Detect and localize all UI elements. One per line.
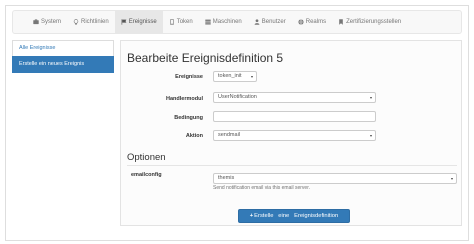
- divider: [127, 165, 457, 166]
- phone-icon: [169, 19, 174, 25]
- user-icon: [254, 19, 260, 25]
- handlermodul-select[interactable]: UserNotification: [213, 92, 376, 103]
- ereignisse-label: Ereignisse: [175, 74, 203, 80]
- aktion-label: Aktion: [185, 133, 203, 139]
- create-event-button[interactable]: + Erstelle eine Ereignisdefinition: [238, 209, 350, 223]
- create-event-button-label: Erstelle eine Ereignisdefinition: [254, 213, 339, 219]
- chevron-down-icon: [370, 134, 372, 137]
- nav-label: Realms: [305, 19, 327, 25]
- nav-label: Token: [176, 19, 193, 25]
- page-title: Bearbeite Ereignisdefinition 5: [127, 51, 284, 65]
- nav-system[interactable]: System: [27, 11, 67, 33]
- nav-richtlinien[interactable]: Richtlinien: [67, 11, 115, 33]
- bookmark-icon: [339, 19, 343, 25]
- handlermodul-label: Handlermodul: [166, 96, 203, 102]
- sidebar: Alle Ereignisse Erstelle ein neues Ereig…: [12, 40, 114, 73]
- chevron-down-icon: [451, 177, 453, 180]
- dashboard-icon: [33, 19, 39, 25]
- chevron-down-icon: [370, 96, 372, 99]
- chevron-down-icon: [251, 75, 253, 78]
- nav-ereignisse[interactable]: Ereignisse: [114, 11, 163, 33]
- ereignisse-value: token_init: [218, 73, 242, 79]
- nav-label: Richtlinien: [81, 19, 109, 25]
- nav-label: Ereignisse: [128, 19, 157, 25]
- plus-icon: +: [249, 213, 254, 219]
- nav-label: Zertifizierungsstellen: [346, 19, 402, 25]
- page: System Richtlinien Ereignisse Token Masc…: [0, 0, 474, 244]
- nav-maschinen[interactable]: Maschinen: [199, 11, 248, 33]
- nav-label: System: [41, 19, 62, 25]
- aktion-select[interactable]: sendmail: [213, 130, 376, 141]
- sidebar-item-neues-ereignis[interactable]: Erstelle ein neues Ereignis: [12, 56, 114, 73]
- bedingung-label: Bedingung: [174, 115, 203, 121]
- nav-token[interactable]: Token: [163, 11, 199, 33]
- flag-icon: [121, 19, 127, 25]
- lightbulb-icon: [73, 19, 79, 25]
- bedingung-input[interactable]: [213, 111, 376, 122]
- handlermodul-value: UserNotification: [218, 94, 257, 100]
- emailconfig-help: Send notification email via this email s…: [213, 185, 310, 191]
- aktion-value: sendmail: [218, 132, 241, 138]
- nav-label: Benutzer: [261, 19, 286, 25]
- nav-benutzer[interactable]: Benutzer: [248, 11, 292, 33]
- emailconfig-value: themis: [218, 175, 235, 181]
- emailconfig-label: emailconfig: [131, 172, 162, 178]
- emailconfig-select[interactable]: themis: [213, 173, 457, 184]
- main-panel: Bearbeite Ereignisdefinition 5 Ereigniss…: [120, 40, 462, 226]
- server-icon: [205, 19, 211, 25]
- nav-label: Maschinen: [212, 19, 242, 25]
- nav-realms[interactable]: Realms: [292, 11, 332, 33]
- sidebar-item-alle-ereignisse[interactable]: Alle Ereignisse: [12, 40, 114, 57]
- top-navbar: System Richtlinien Ereignisse Token Masc…: [12, 10, 462, 34]
- options-heading: Optionen: [127, 152, 166, 163]
- globe-icon: [298, 19, 304, 25]
- nav-zertifizierungsstellen[interactable]: Zertifizierungsstellen: [332, 11, 407, 33]
- ereignisse-select[interactable]: token_init: [213, 71, 257, 82]
